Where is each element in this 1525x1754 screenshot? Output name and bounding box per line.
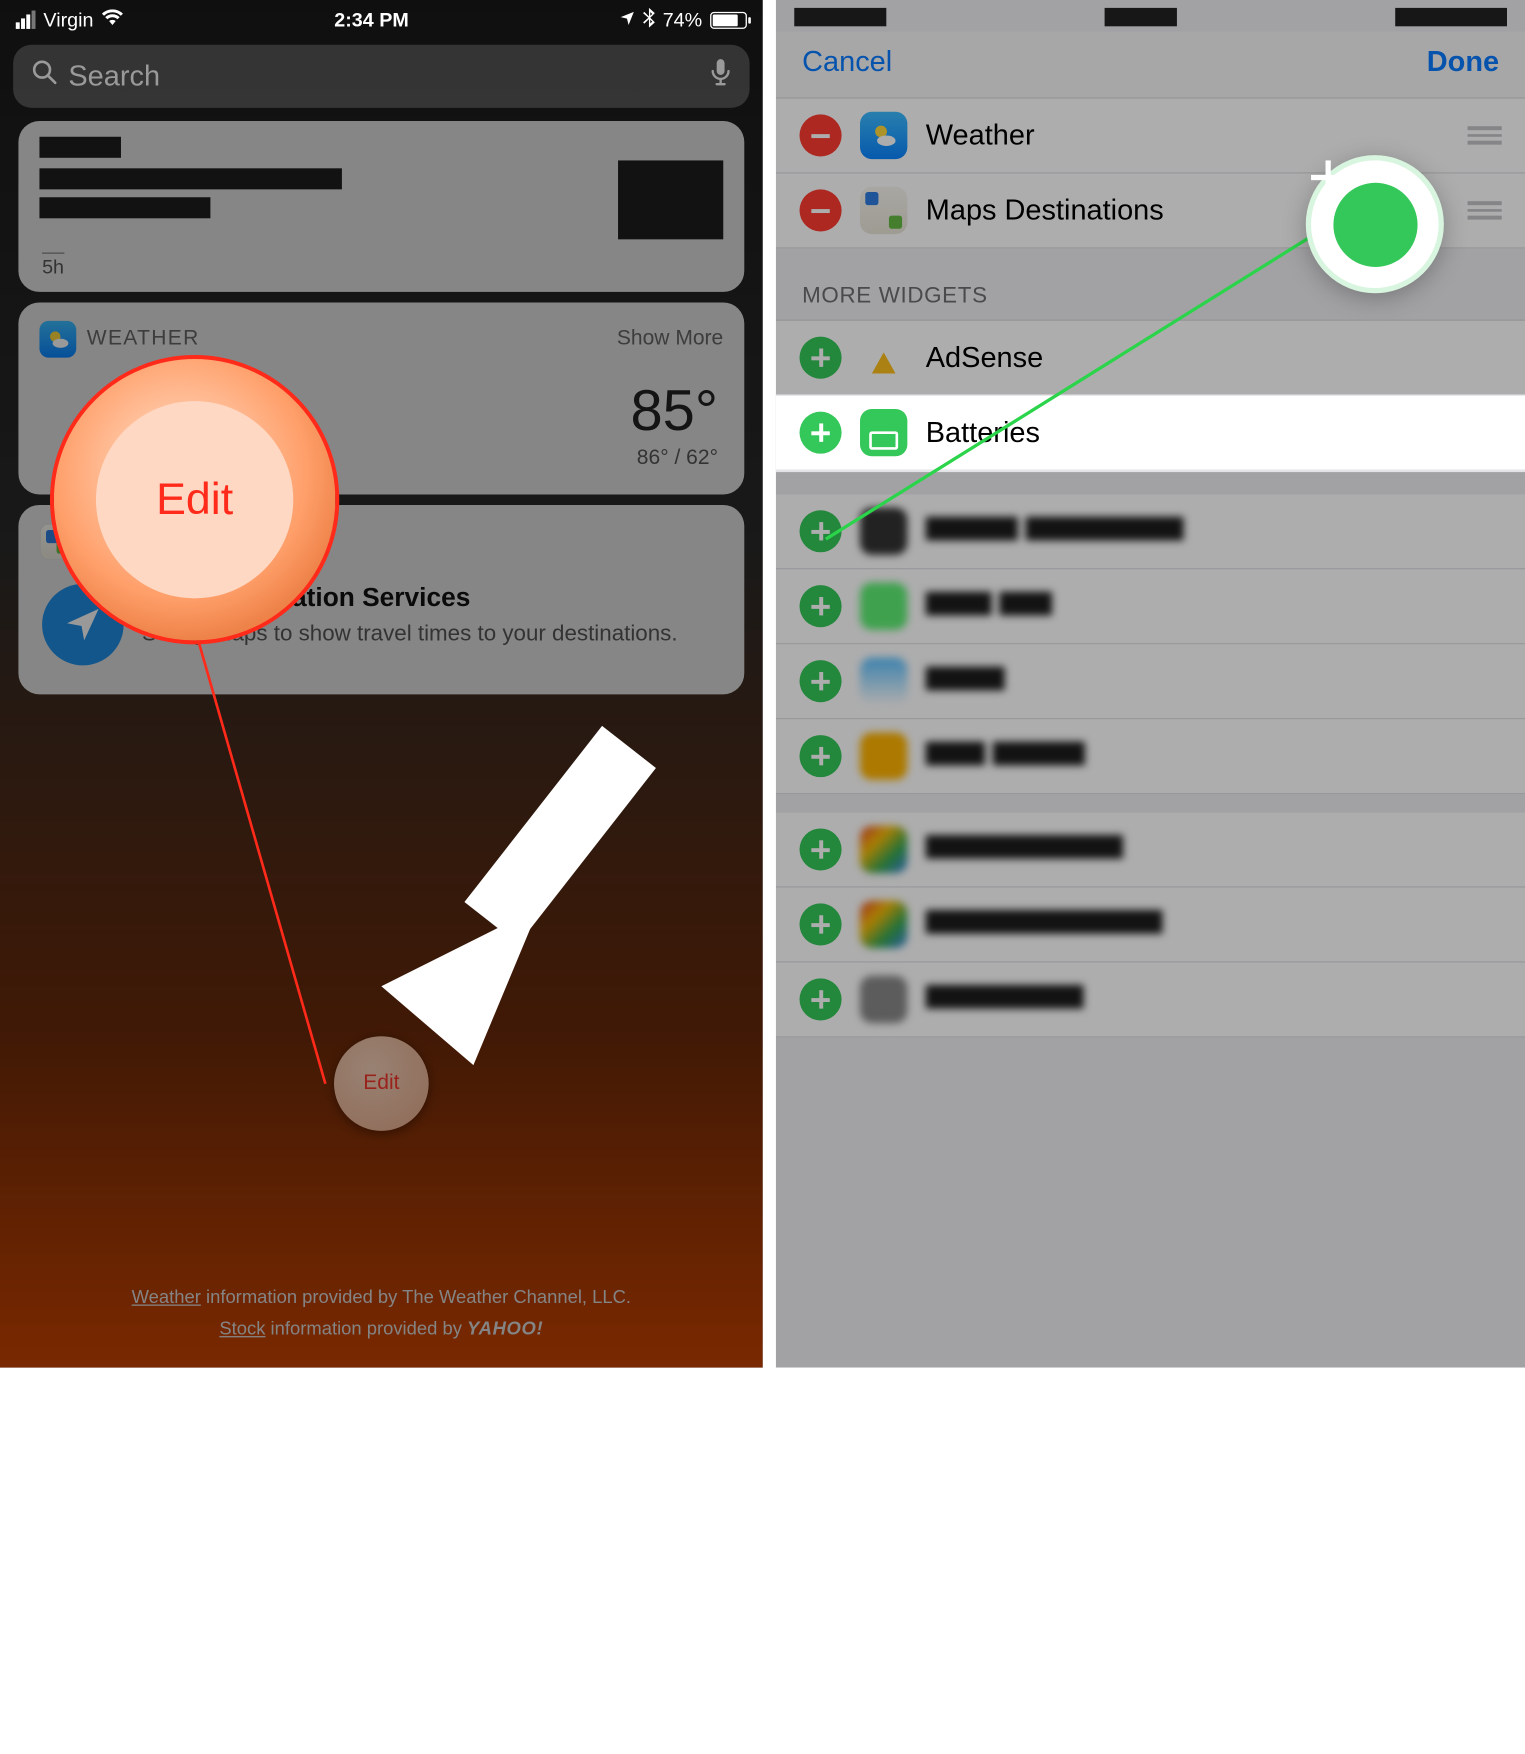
more-widget-redacted[interactable] xyxy=(776,813,1525,888)
app-icon xyxy=(860,826,907,873)
active-widget-weather[interactable]: Weather xyxy=(776,99,1525,174)
dictate-icon[interactable] xyxy=(710,58,731,95)
carrier-label: Virgin xyxy=(43,9,93,31)
add-icon[interactable] xyxy=(800,903,842,945)
add-icon[interactable] xyxy=(800,828,842,870)
app-icon xyxy=(860,732,907,779)
search-placeholder: Search xyxy=(68,59,710,93)
maps-app-icon xyxy=(860,187,907,234)
app-icon xyxy=(860,583,907,630)
signal-icon xyxy=(16,11,36,29)
battery-pct: 74% xyxy=(663,9,702,31)
location-icon xyxy=(619,9,635,31)
status-time: 2:34 PM xyxy=(334,9,409,31)
more-widget-redacted[interactable] xyxy=(776,963,1525,1038)
more-widget-redacted[interactable] xyxy=(776,719,1525,794)
app-icon xyxy=(860,976,907,1023)
edit-widgets-screenshot: Cancel Done Weather Maps Destinations MO… xyxy=(776,0,1525,1368)
status-bar: Virgin 2:34 PM 74% xyxy=(0,0,763,39)
weather-app-icon xyxy=(860,112,907,159)
dim-overlay xyxy=(0,0,763,1368)
nav-bar: Cancel Done xyxy=(776,32,1525,99)
add-icon[interactable] xyxy=(800,337,842,379)
add-icon[interactable] xyxy=(800,510,842,552)
more-widget-batteries[interactable]: Batteries xyxy=(776,396,1525,471)
adsense-app-icon xyxy=(860,334,907,381)
annotation-edit-bubble: Edit xyxy=(50,355,339,644)
remove-icon[interactable] xyxy=(800,189,842,231)
add-icon xyxy=(1333,182,1417,266)
app-icon xyxy=(860,508,907,555)
annotation-add-bubble xyxy=(1306,155,1444,293)
done-button[interactable]: Done xyxy=(1427,45,1499,79)
search-icon xyxy=(32,59,58,93)
more-widget-redacted[interactable] xyxy=(776,888,1525,963)
more-widget-redacted[interactable] xyxy=(776,494,1525,569)
add-icon[interactable] xyxy=(800,585,842,627)
status-bar xyxy=(776,0,1525,32)
today-view-screenshot: Virgin 2:34 PM 74% Search xyxy=(0,0,763,1368)
app-icon xyxy=(860,658,907,705)
add-icon[interactable] xyxy=(800,735,842,777)
spotlight-search[interactable]: Search xyxy=(13,45,749,108)
row-label: Batteries xyxy=(926,416,1502,450)
add-icon[interactable] xyxy=(800,978,842,1020)
reorder-grip-icon[interactable] xyxy=(1468,127,1502,145)
app-icon xyxy=(860,901,907,948)
wifi-icon xyxy=(101,9,123,31)
add-icon[interactable] xyxy=(800,412,842,454)
add-icon[interactable] xyxy=(800,660,842,702)
more-widget-adsense[interactable]: AdSense xyxy=(776,321,1525,396)
battery-icon xyxy=(710,11,747,28)
row-label: AdSense xyxy=(926,341,1502,375)
cancel-button[interactable]: Cancel xyxy=(802,45,892,79)
reorder-grip-icon[interactable] xyxy=(1468,202,1502,220)
batteries-app-icon xyxy=(860,409,907,456)
more-widget-redacted[interactable] xyxy=(776,644,1525,719)
row-label: Weather xyxy=(926,118,1449,152)
more-widget-redacted[interactable] xyxy=(776,569,1525,644)
annotation-arrow-icon xyxy=(368,710,684,1078)
bluetooth-icon xyxy=(643,7,655,32)
remove-icon[interactable] xyxy=(800,114,842,156)
